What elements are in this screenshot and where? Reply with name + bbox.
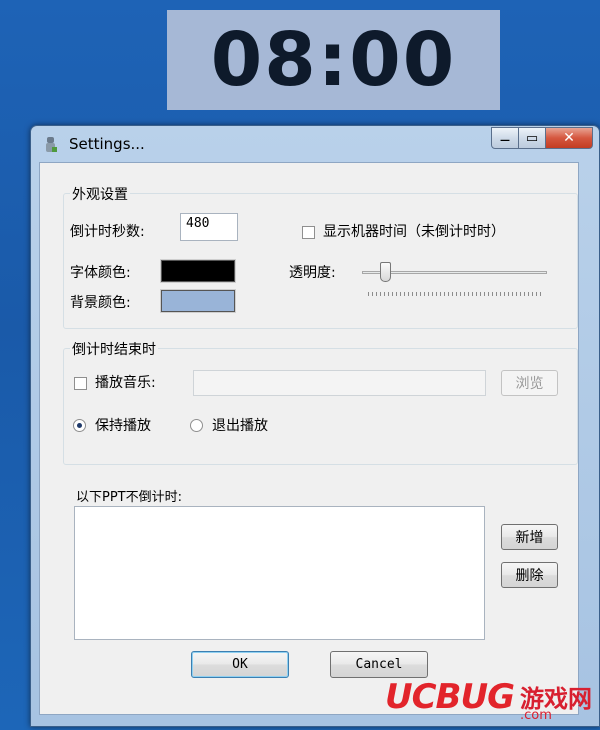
title-bar[interactable]: Settings... — ▭ ✕ xyxy=(31,126,599,162)
music-path-input[interactable] xyxy=(193,370,486,396)
exit-play-radio[interactable] xyxy=(190,419,203,432)
show-time-label: 显示机器时间（未倒计时时） xyxy=(323,224,505,240)
watermark-logo: UCBUG 游戏网 .com xyxy=(385,677,592,723)
play-music-label: 播放音乐: xyxy=(95,375,156,391)
font-color-swatch[interactable] xyxy=(160,259,236,283)
excluded-ppt-list[interactable] xyxy=(74,506,485,640)
bg-color-swatch[interactable] xyxy=(160,289,236,313)
cancel-button[interactable]: Cancel xyxy=(330,651,428,678)
seconds-label: 倒计时秒数: xyxy=(70,224,145,240)
bg-color-label: 背景颜色: xyxy=(70,295,131,311)
add-button[interactable]: 新增 xyxy=(501,524,558,550)
show-time-checkbox[interactable] xyxy=(302,226,315,239)
settings-window: Settings... — ▭ ✕ 外观设置 倒计时秒数: 480 显示机器时间… xyxy=(30,125,600,727)
window-title: Settings... xyxy=(69,135,145,153)
opacity-label: 透明度: xyxy=(289,265,336,281)
keep-playing-radio[interactable] xyxy=(73,419,86,432)
maximize-icon: ▭ xyxy=(525,130,539,146)
opacity-slider-ticks xyxy=(368,292,542,296)
browse-button[interactable]: 浏览 xyxy=(501,370,558,396)
watermark-domain: .com xyxy=(520,708,552,723)
exclusions-label: 以下PPT不倒计时: xyxy=(76,490,182,505)
close-icon: ✕ xyxy=(563,130,575,146)
exit-play-label: 退出播放 xyxy=(212,418,268,434)
appearance-group-label: 外观设置 xyxy=(70,184,130,204)
app-icon xyxy=(46,137,57,152)
appearance-group: 外观设置 xyxy=(63,184,578,329)
countdown-display: 08:00 xyxy=(167,10,500,110)
font-color-label: 字体颜色: xyxy=(70,265,131,281)
close-button[interactable]: ✕ xyxy=(546,127,593,149)
dialog-body: 外观设置 倒计时秒数: 480 显示机器时间（未倒计时时） 字体颜色: 背景颜色… xyxy=(39,162,579,715)
on-end-group: 倒计时结束时 xyxy=(63,339,578,465)
seconds-input[interactable]: 480 xyxy=(180,213,238,241)
delete-button[interactable]: 删除 xyxy=(501,562,558,588)
minimize-button[interactable]: — xyxy=(491,127,519,149)
keep-playing-label: 保持播放 xyxy=(95,418,151,434)
watermark-main: UCBUG xyxy=(385,677,515,717)
play-music-checkbox[interactable] xyxy=(74,377,87,390)
minimize-icon: — xyxy=(500,134,510,146)
maximize-button[interactable]: ▭ xyxy=(519,127,546,149)
on-end-group-label: 倒计时结束时 xyxy=(70,339,158,359)
ok-button[interactable]: OK xyxy=(191,651,289,678)
opacity-slider-thumb[interactable] xyxy=(380,262,392,282)
